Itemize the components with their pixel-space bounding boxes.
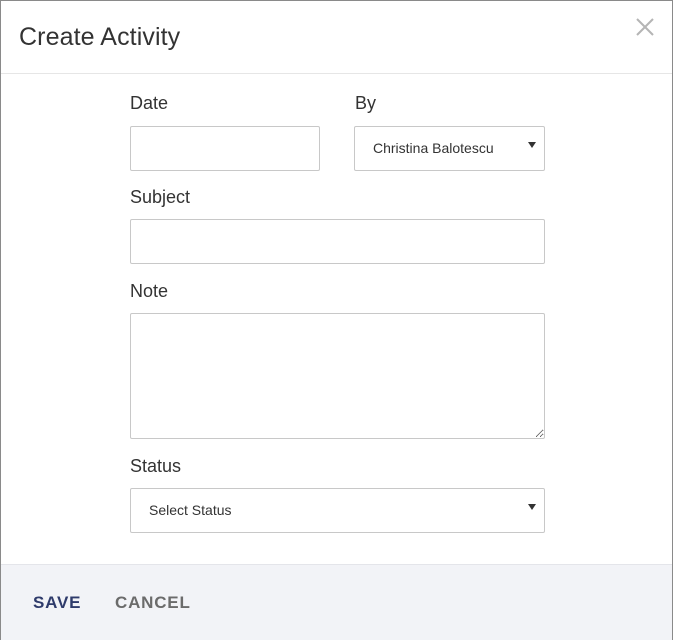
note-textarea[interactable] bbox=[130, 313, 545, 439]
date-label: Date bbox=[130, 93, 169, 113]
status-select[interactable]: Select Status bbox=[130, 488, 545, 533]
note-label: Note bbox=[130, 281, 169, 301]
status-selected-value: Select Status bbox=[149, 502, 232, 518]
dialog-footer: SAVE CANCEL bbox=[1, 564, 672, 640]
cancel-button[interactable]: CANCEL bbox=[115, 593, 191, 613]
save-button[interactable]: SAVE bbox=[33, 593, 81, 613]
dialog-title: Create Activity bbox=[19, 23, 181, 51]
date-input[interactable] bbox=[130, 126, 320, 171]
dialog-header: Create Activity bbox=[1, 1, 672, 74]
by-selected-value: Christina Balotescu bbox=[373, 140, 494, 156]
subject-input[interactable] bbox=[130, 219, 545, 264]
chevron-down-icon bbox=[528, 142, 536, 148]
by-select[interactable]: Christina Balotescu bbox=[354, 126, 545, 171]
by-label: By bbox=[355, 93, 377, 113]
status-label: Status bbox=[130, 456, 182, 476]
subject-label: Subject bbox=[130, 187, 191, 207]
chevron-down-icon bbox=[528, 504, 536, 510]
close-icon[interactable] bbox=[633, 15, 657, 39]
create-activity-dialog: Create Activity Date By Christina Balote… bbox=[0, 0, 673, 640]
